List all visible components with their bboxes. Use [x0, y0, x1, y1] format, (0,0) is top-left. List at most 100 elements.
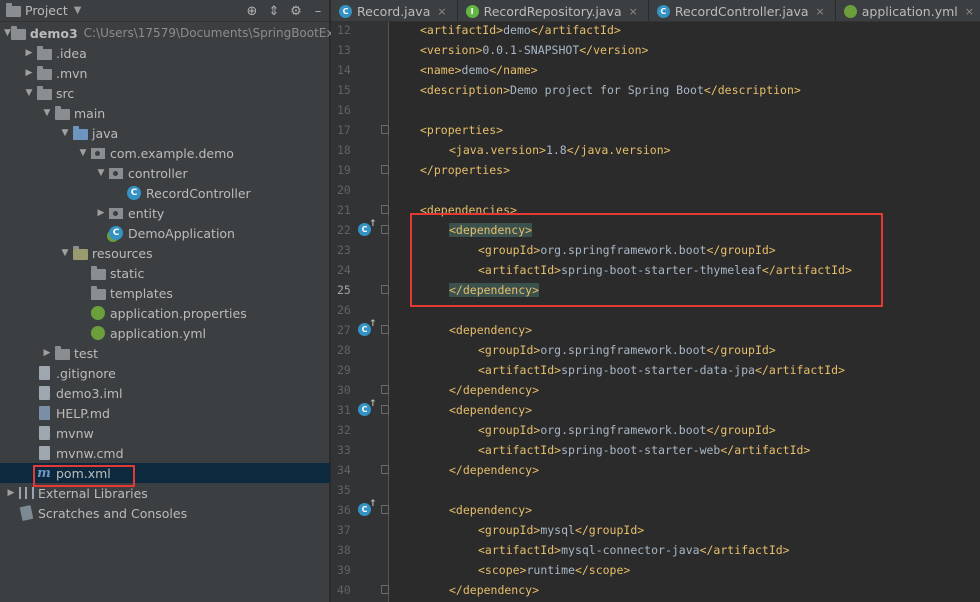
project-title[interactable]: Project	[25, 3, 68, 18]
package-icon	[108, 165, 124, 181]
fold-icon[interactable]	[381, 505, 389, 514]
tree-item[interactable]: ▶mvnw	[0, 423, 330, 443]
tree-item[interactable]: ▼ java	[0, 123, 330, 143]
tree-item[interactable]: ▶ entity	[0, 203, 330, 223]
fold-icon[interactable]	[381, 465, 389, 474]
close-icon[interactable]: ×	[629, 5, 638, 18]
fold-icon[interactable]	[381, 125, 389, 134]
folder-icon	[10, 25, 26, 41]
code-text: <dependency>	[449, 223, 533, 237]
navigate-icon[interactable]: C	[358, 398, 377, 416]
tree-item-label: main	[74, 105, 106, 121]
line-number: 33	[337, 443, 351, 457]
code-text: <description>Demo project for Spring Boo…	[420, 83, 801, 97]
editor-tab[interactable]: I RecordRepository.java ×	[458, 0, 649, 21]
library-icon	[18, 485, 34, 501]
tree-item[interactable]: ▼ demo3 C:\Users\17579\Documents\SpringBoo…	[0, 23, 334, 43]
gear-icon[interactable]: ⚙	[285, 4, 307, 19]
chevron-down-icon[interactable]: ▼	[76, 148, 90, 158]
tree-item-label: demo3	[29, 25, 78, 41]
chevron-right-icon[interactable]: ▶	[22, 68, 36, 78]
tab-label: RecordController.java	[674, 3, 809, 19]
fold-icon[interactable]	[381, 325, 389, 334]
tree-item[interactable]: ▶mvnw.cmd	[0, 443, 330, 463]
close-icon[interactable]: ×	[965, 5, 974, 18]
code-text: <java.version>1.8</java.version>	[449, 143, 671, 157]
spring-config-icon	[843, 4, 857, 18]
tree-item[interactable]: ▼ src	[0, 83, 330, 103]
chevron-down-icon[interactable]: ▼	[94, 168, 108, 178]
chevron-down-icon[interactable]: ▼	[58, 248, 72, 258]
chevron-right-icon[interactable]: ▶	[94, 208, 108, 218]
chevron-down-icon[interactable]: ▼	[74, 5, 82, 16]
minimize-icon[interactable]: –	[307, 4, 329, 19]
tree-item[interactable]: ▶Scratches and Consoles	[0, 503, 330, 523]
chevron-down-icon[interactable]: ▼	[22, 88, 36, 98]
close-icon[interactable]: ×	[437, 5, 446, 18]
tree-item-label: java	[92, 125, 119, 141]
navigate-icon[interactable]: C	[358, 498, 377, 516]
tree-item[interactable]: ▼ resources	[0, 243, 330, 263]
tree-item[interactable]: ▶demo3.iml	[0, 383, 330, 403]
editor-tab[interactable]: C RecordController.java ×	[649, 0, 836, 21]
line-number: 36	[337, 503, 351, 517]
chevron-down-icon[interactable]: ▼	[4, 28, 11, 38]
tree-item[interactable]: ▶ .mvn	[0, 63, 330, 83]
editor-tab[interactable]: application.yml ×	[836, 0, 980, 21]
fold-icon[interactable]	[381, 385, 389, 394]
tree-item-label: mvnw.cmd	[56, 445, 124, 461]
tree-item[interactable]: ▶templates	[0, 283, 330, 303]
project-toolbar: ⊕ ⇕ ⚙ –	[241, 0, 329, 22]
code-line: 31 C <dependency>	[331, 398, 980, 420]
tree-item[interactable]: ▶ test	[0, 343, 330, 363]
close-icon[interactable]: ×	[816, 5, 825, 18]
code-line: 26	[331, 300, 980, 320]
code-line: 30 </dependency>	[331, 380, 980, 400]
tab-label: application.yml	[861, 3, 958, 19]
tree-item-label: application.properties	[110, 305, 247, 321]
target-icon[interactable]: ⊕	[241, 4, 263, 19]
fold-icon[interactable]	[381, 225, 389, 234]
tree-item[interactable]: ▼ controller	[0, 163, 330, 183]
fold-icon[interactable]	[381, 405, 389, 414]
chevron-right-icon[interactable]: ▶	[40, 348, 54, 358]
tree-item[interactable]: ▶.gitignore	[0, 363, 330, 383]
tree-item[interactable]: ▶application.properties	[0, 303, 330, 323]
code-text: </dependency>	[449, 583, 540, 597]
code-text: <groupId>org.springframework.boot</group…	[478, 243, 776, 257]
fold-icon[interactable]	[381, 205, 389, 214]
line-number: 17	[337, 123, 351, 137]
collapse-icon[interactable]: ⇕	[263, 4, 285, 19]
tree-item-label: Scratches and Consoles	[38, 505, 188, 521]
file-icon	[36, 425, 52, 441]
editor-tab[interactable]: C Record.java ×	[331, 0, 458, 21]
tree-item[interactable]: ▶ External Libraries	[0, 483, 330, 503]
tree-item[interactable]: ▼ main	[0, 103, 330, 123]
editor-tabs: C Record.java × I RecordRepository.java × C Rec…	[331, 0, 980, 22]
code-line: 28 <groupId>org.springframework.boot</gro…	[331, 340, 980, 360]
chevron-down-icon[interactable]: ▼	[58, 128, 72, 138]
tree-item[interactable]: ▶CDemoApplication	[0, 223, 330, 243]
tree-item[interactable]: ▶HELP.md	[0, 403, 330, 423]
chevron-down-icon[interactable]: ▼	[40, 108, 54, 118]
source-folder-icon	[72, 125, 88, 141]
fold-icon[interactable]	[381, 165, 389, 174]
tree-item[interactable]: ▶static	[0, 263, 330, 283]
code-line: 24 <artifactId>spring-boot-starter-thymel…	[331, 260, 980, 280]
tree-item[interactable]: ▶ .idea	[0, 43, 330, 63]
class-icon: C	[339, 4, 352, 18]
fold-icon[interactable]	[381, 585, 389, 594]
tree-item[interactable]: ▶mpom.xml	[0, 463, 330, 483]
fold-icon[interactable]	[381, 285, 389, 294]
chevron-right-icon[interactable]: ▶	[4, 488, 18, 498]
tree-item[interactable]: ▼ com.example.demo	[0, 143, 330, 163]
navigate-icon[interactable]: C	[358, 318, 377, 336]
folder-icon	[90, 265, 106, 281]
navigate-icon[interactable]: C	[358, 218, 377, 236]
code-line: 20	[331, 180, 980, 200]
tree-item[interactable]: ▶application.yml	[0, 323, 330, 343]
chevron-right-icon[interactable]: ▶	[22, 48, 36, 58]
code-text: <groupId>org.springframework.boot</group…	[478, 423, 776, 437]
code-editor[interactable]: 12 <artifactId>demo</artifactId> 13 <versio…	[331, 22, 980, 602]
tree-item[interactable]: ▶CRecordController	[0, 183, 330, 203]
